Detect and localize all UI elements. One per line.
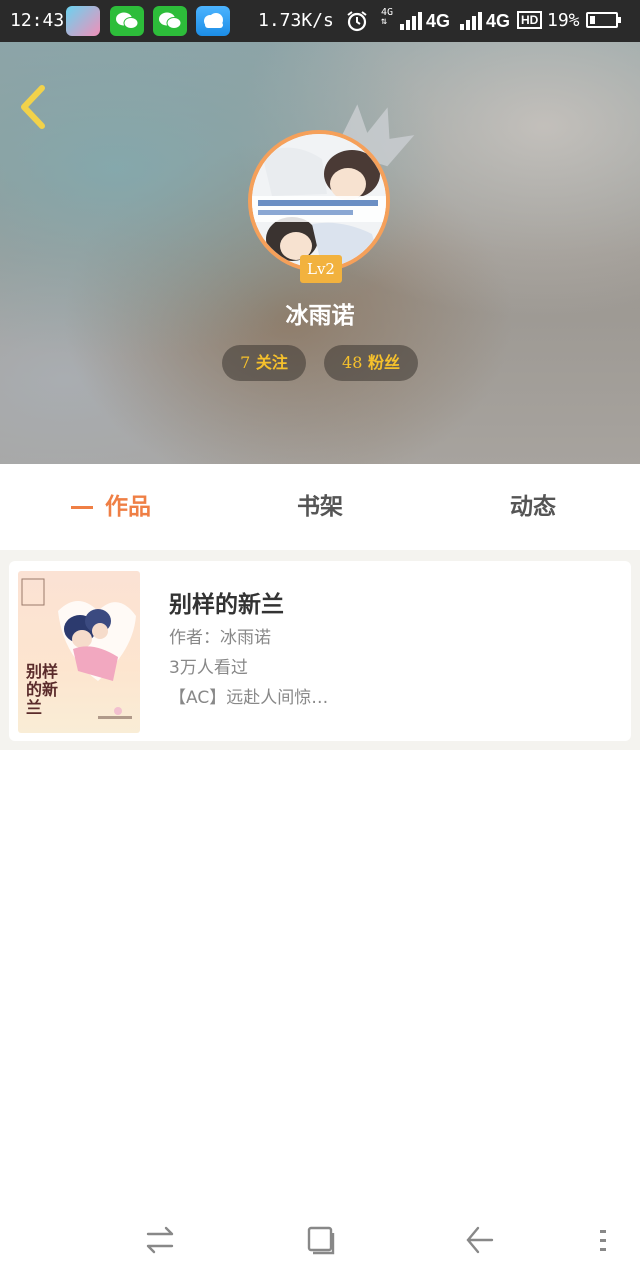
avatar-image <box>252 134 386 268</box>
system-back-button[interactable] <box>460 1220 500 1260</box>
signal-icon <box>400 10 426 35</box>
menu-dots-icon <box>600 1230 606 1251</box>
fans-label: 粉丝 <box>362 353 400 372</box>
tab-activity[interactable]: 动态 <box>483 464 583 550</box>
tab-active-indicator <box>71 506 93 509</box>
back-arrow-icon <box>466 1226 494 1254</box>
fans-count-button[interactable]: 48 粉丝 <box>324 345 418 381</box>
switch-apps-button[interactable] <box>140 1220 180 1260</box>
system-nav-bar <box>0 1200 640 1280</box>
signal-icon <box>460 10 486 35</box>
menu-button[interactable] <box>590 1220 620 1260</box>
follow-count-button[interactable]: 7 关注 <box>222 345 306 381</box>
profile-header: Lv2 冰雨诺 7 关注 48 粉丝 <box>0 42 640 464</box>
chevron-left-icon <box>21 85 45 129</box>
battery-percent: 19% <box>547 10 580 31</box>
status-bar: 12:43 1.73K/s 4G ⇅ 4G 4G HD 19% <box>0 0 640 42</box>
list-item[interactable]: 别样的新兰 别样的新兰 作者：冰雨诺 3万人看过 【AC】远赴人间惊… <box>9 561 631 741</box>
fans-count: 48 <box>342 353 363 372</box>
profile-tabs: 作品 书架 动态 <box>0 464 640 595</box>
book-cover-title: 别样的新兰 <box>26 662 59 717</box>
weather-icon <box>196 6 230 36</box>
follow-count: 7 <box>240 353 251 372</box>
carrier-4g-label: 4G <box>486 11 511 31</box>
avatar[interactable] <box>248 130 390 272</box>
book-views: 3万人看过 <box>169 658 248 678</box>
battery-level <box>590 16 595 24</box>
tab-works[interactable]: 作品 <box>40 464 170 595</box>
network-type: 4G ⇅ <box>381 8 393 27</box>
wechat-icon <box>153 6 187 36</box>
switch-icon <box>146 1226 174 1254</box>
tab-bookshelf-label: 书架 <box>297 494 343 520</box>
back-button[interactable] <box>14 82 54 132</box>
battery-icon <box>586 12 621 28</box>
book-author: 作者：冰雨诺 <box>169 628 271 648</box>
book-cover: 别样的新兰 <box>18 571 140 733</box>
book-description: 【AC】远赴人间惊… <box>169 688 329 708</box>
alarm-icon <box>345 9 369 38</box>
tab-bookshelf[interactable]: 书架 <box>270 464 370 550</box>
book-title: 别样的新兰 <box>169 592 284 618</box>
carrier-4g-label: 4G <box>426 11 451 31</box>
net-speed: 1.73K/s <box>258 10 334 31</box>
works-list: 别样的新兰 别样的新兰 作者：冰雨诺 3万人看过 【AC】远赴人间惊… <box>0 550 640 750</box>
home-button[interactable] <box>300 1220 340 1260</box>
tab-activity-label: 动态 <box>510 494 556 520</box>
home-square-icon <box>307 1226 335 1255</box>
username: 冰雨诺 <box>285 303 355 329</box>
network-activity: ⇅ <box>381 16 388 27</box>
tab-works-label: 作品 <box>105 494 151 520</box>
follow-label: 关注 <box>250 353 288 372</box>
status-time: 12:43 <box>10 10 65 31</box>
level-badge: Lv2 <box>300 255 342 283</box>
notification-app-icon <box>66 6 100 36</box>
wechat-icon <box>110 6 144 36</box>
hd-badge: HD <box>517 11 543 29</box>
